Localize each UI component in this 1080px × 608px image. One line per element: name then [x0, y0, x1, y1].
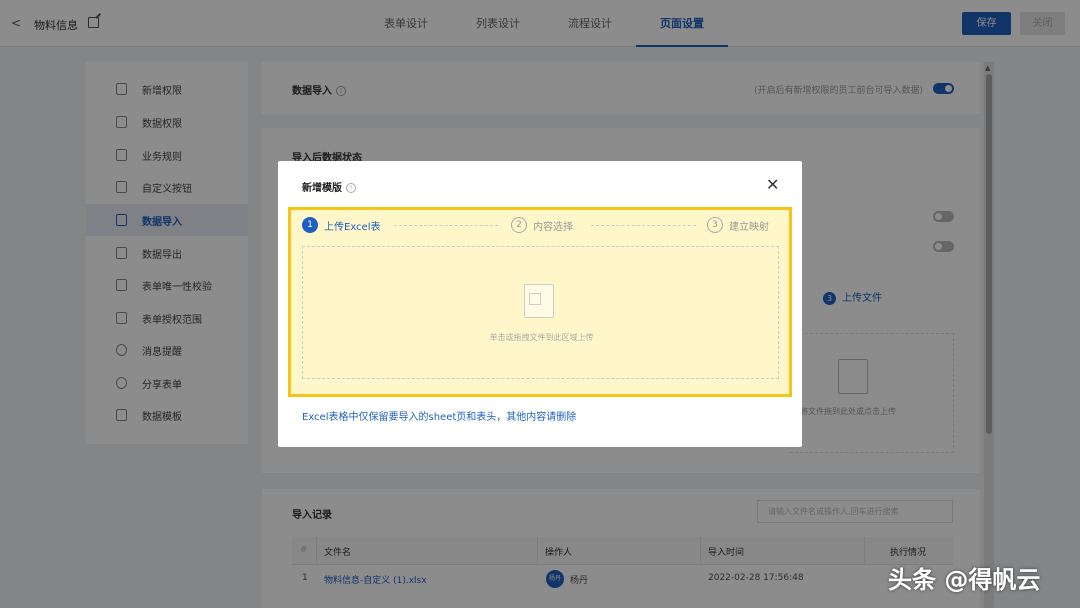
close-icon[interactable]: ✕ [766, 175, 779, 194]
step-connector [394, 225, 498, 226]
file-drop-zone[interactable]: 单击或拖拽文件到此区域上传 [302, 246, 779, 379]
file-upload-icon [524, 284, 554, 318]
watermark: 头条 @得帆云 [888, 566, 1041, 594]
step-number: 1 [302, 217, 318, 233]
step-label: 内容选择 [533, 221, 573, 233]
step-build-mapping: 3 建立映射 [707, 217, 769, 233]
step-number: 2 [511, 217, 527, 233]
info-icon: ! [346, 183, 356, 193]
dialog-title: 新增模版! [302, 179, 356, 194]
drop-zone-text: 单击或拖拽文件到此区域上传 [489, 333, 594, 342]
dialog-title-text: 新增模版 [302, 183, 342, 194]
step-connector [591, 225, 696, 226]
step-label: 上传Excel表 [324, 221, 381, 233]
new-template-dialog: 新增模版! ✕ 1 上传Excel表 2 内容选择 3 建立映射 单击或拖拽文件… [278, 161, 802, 447]
step-number: 3 [707, 217, 723, 233]
excel-note: Excel表格中仅保留要导入的sheet页和表头，其他内容请删除 [302, 412, 577, 423]
step-content-select: 2 内容选择 [511, 217, 573, 233]
upload-step-highlight: 1 上传Excel表 2 内容选择 3 建立映射 单击或拖拽文件到此区域上传 [288, 207, 792, 397]
step-label: 建立映射 [729, 221, 769, 233]
step-upload-excel: 1 上传Excel表 [302, 217, 381, 233]
